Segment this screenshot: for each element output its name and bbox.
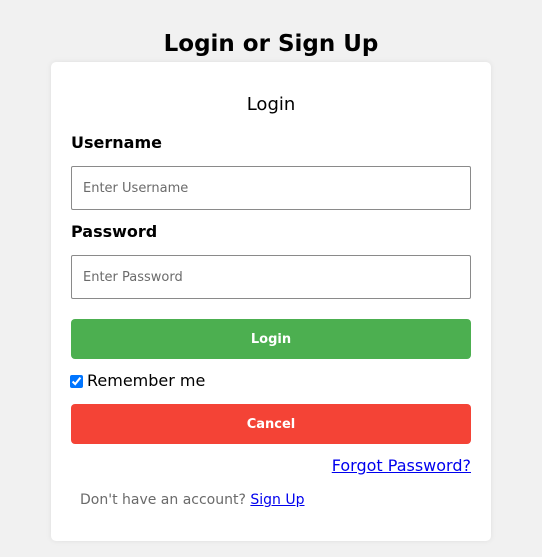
page-title: Login or Sign Up (163, 31, 379, 57)
login-card: Login Username Password Login Remember m… (51, 62, 491, 541)
password-input[interactable] (71, 255, 471, 299)
signup-row: Don't have an account? Sign Up (80, 490, 305, 510)
signup-link[interactable]: Sign Up (250, 492, 304, 508)
username-input[interactable] (71, 166, 471, 210)
password-label: Password (71, 222, 158, 241)
username-label: Username (71, 133, 162, 152)
signup-prompt: Don't have an account? (80, 492, 251, 508)
forgot-password-link[interactable]: Forgot Password? (332, 455, 471, 477)
remember-me-row: Remember me (70, 370, 205, 392)
login-button[interactable]: Login (71, 319, 471, 359)
remember-me-label[interactable]: Remember me (87, 370, 205, 392)
remember-me-checkbox[interactable] (70, 374, 83, 388)
cancel-button[interactable]: Cancel (71, 404, 471, 444)
form-title: Login (246, 94, 296, 115)
